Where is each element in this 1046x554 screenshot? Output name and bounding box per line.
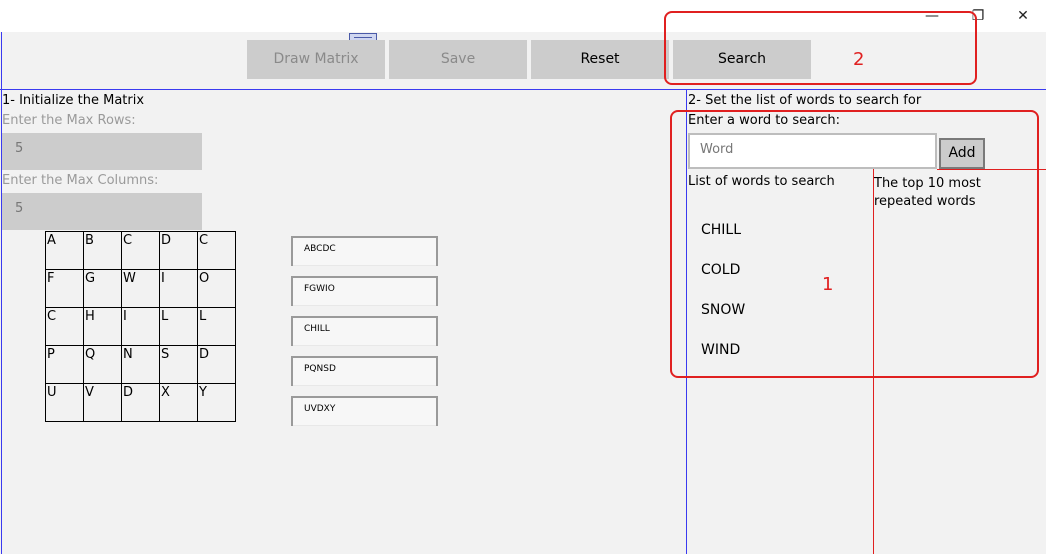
matrix-cell[interactable]: D	[197, 345, 236, 384]
annotation-label-1: 1	[822, 274, 834, 295]
matrix-row: C H I L L	[45, 307, 236, 346]
matrix-cell[interactable]: H	[83, 307, 122, 346]
matrix-cell[interactable]: I	[121, 307, 160, 346]
row-string-box[interactable]: ABCDC	[291, 236, 438, 266]
max-cols-label: Enter the Max Columns:	[2, 173, 159, 188]
matrix-cell[interactable]: V	[83, 383, 122, 422]
matrix-cell[interactable]: C	[45, 307, 84, 346]
matrix-cell[interactable]: O	[197, 269, 236, 308]
matrix-row: A B C D C	[45, 231, 236, 270]
annotation-label-2: 2	[853, 49, 865, 70]
matrix-cell[interactable]: U	[45, 383, 84, 422]
matrix-cell[interactable]: L	[159, 307, 198, 346]
matrix-cell[interactable]: N	[121, 345, 160, 384]
matrix-row: P Q N S D	[45, 345, 236, 384]
section2-title: 2- Set the list of words to search for	[688, 93, 922, 108]
max-rows-label: Enter the Max Rows:	[2, 113, 136, 128]
matrix-cell[interactable]: L	[197, 307, 236, 346]
row-string-box[interactable]: PQNSD	[291, 356, 438, 386]
annotation-box-1	[670, 110, 1039, 378]
matrix-cell[interactable]: B	[83, 231, 122, 270]
annotation-box-2	[664, 11, 977, 85]
draw-matrix-button[interactable]: Draw Matrix	[247, 40, 385, 79]
matrix-cell[interactable]: F	[45, 269, 84, 308]
matrix-cell[interactable]: G	[83, 269, 122, 308]
row-string-box[interactable]: FGWIO	[291, 276, 438, 306]
matrix-cell[interactable]: D	[159, 231, 198, 270]
matrix-cell[interactable]: I	[159, 269, 198, 308]
matrix-cell[interactable]: Y	[197, 383, 236, 422]
letter-matrix: A B C D C F G W I O C H I L L P Q N S D …	[45, 231, 236, 422]
matrix-cell[interactable]: W	[121, 269, 160, 308]
row-string-box[interactable]: CHILL	[291, 316, 438, 346]
matrix-cell[interactable]: S	[159, 345, 198, 384]
matrix-cell[interactable]: P	[45, 345, 84, 384]
section1-title: 1- Initialize the Matrix	[2, 93, 145, 108]
matrix-row: U V D X Y	[45, 383, 236, 422]
matrix-cell[interactable]: D	[121, 383, 160, 422]
max-rows-input[interactable]: 5	[2, 133, 202, 170]
save-button[interactable]: Save	[389, 40, 527, 79]
row-string-box[interactable]: UVDXY	[291, 396, 438, 426]
matrix-cell[interactable]: C	[197, 231, 236, 270]
matrix-cell[interactable]: Q	[83, 345, 122, 384]
close-icon[interactable]: ✕	[1000, 0, 1046, 32]
matrix-row: F G W I O	[45, 269, 236, 308]
matrix-cell[interactable]: A	[45, 231, 84, 270]
matrix-cell[interactable]: X	[159, 383, 198, 422]
divider-horizontal	[0, 89, 1046, 90]
matrix-cell[interactable]: C	[121, 231, 160, 270]
reset-button[interactable]: Reset	[531, 40, 669, 79]
max-cols-input[interactable]: 5	[2, 193, 202, 230]
divider-left	[1, 32, 2, 554]
